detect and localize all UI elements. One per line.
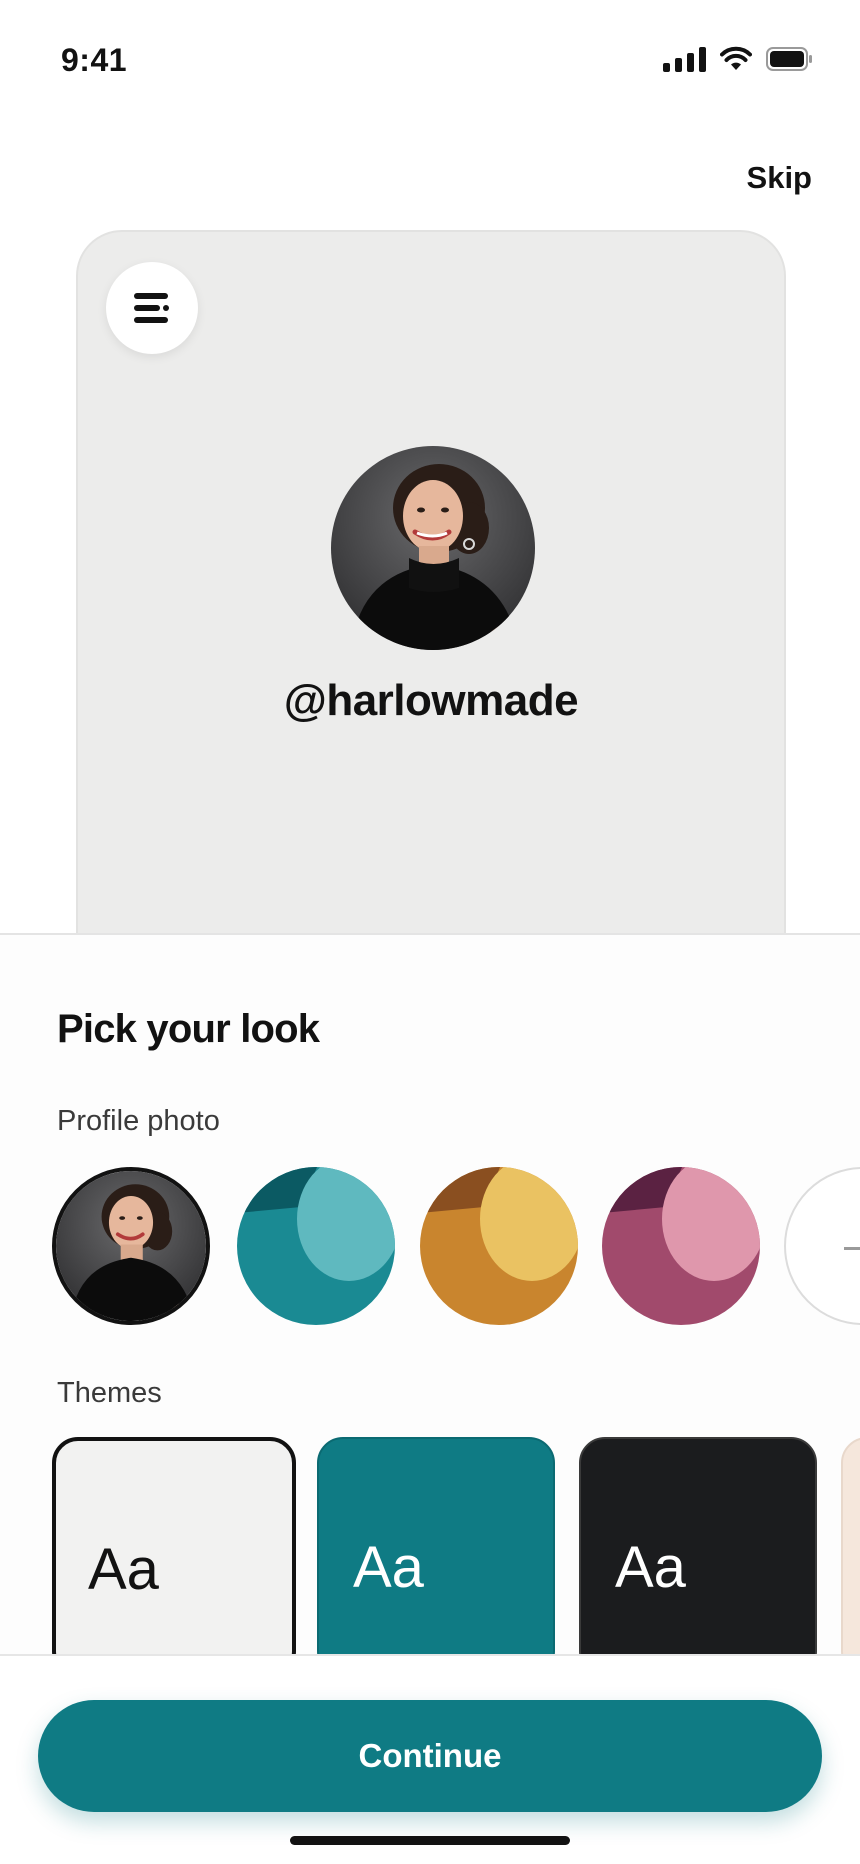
photo-option-gold[interactable] (420, 1167, 578, 1325)
profile-handle: @harlowmade (283, 676, 579, 725)
battery-icon (766, 47, 812, 71)
menu-button[interactable] (106, 262, 198, 354)
skip-button[interactable]: Skip (747, 160, 812, 196)
wifi-icon (720, 46, 752, 70)
teal-blob-avatar-icon (237, 1167, 395, 1325)
portrait-thumbnail (56, 1171, 206, 1321)
status-time: 9:41 (61, 42, 128, 78)
sheet-title: Pick your look (57, 1007, 320, 1051)
theme-sample-text: Aa (353, 1535, 424, 1600)
theme-sample-text: Aa (88, 1537, 159, 1602)
photo-option-portrait[interactable] (52, 1167, 210, 1325)
theme-option-teal[interactable]: Aa (317, 1437, 555, 1655)
profile-avatar (331, 446, 535, 650)
theme-sample-text: Aa (615, 1535, 686, 1600)
theme-option-light[interactable]: Aa (52, 1437, 296, 1655)
status-icons (663, 46, 814, 72)
footer-bar: Continue (0, 1654, 860, 1864)
theme-option-dark[interactable]: Aa (579, 1437, 817, 1655)
add-photo-button[interactable] (784, 1167, 860, 1325)
photo-option-teal[interactable] (237, 1167, 395, 1325)
profile-photo-label: Profile photo (57, 1105, 220, 1137)
gold-blob-avatar-icon (420, 1167, 578, 1325)
photo-option-pink[interactable] (602, 1167, 760, 1325)
portrait-image (331, 446, 535, 650)
plus-icon (844, 1247, 860, 1250)
status-bar: 9:41 (0, 0, 860, 120)
profile-photo-options (0, 1165, 860, 1335)
cellular-signal-icon (663, 46, 706, 72)
pink-blob-avatar-icon (602, 1167, 760, 1325)
home-indicator (290, 1836, 570, 1845)
theme-options: Aa Aa Aa (0, 1435, 860, 1655)
profile-preview-card: @harlowmade (76, 230, 786, 990)
continue-button[interactable]: Continue (38, 1700, 822, 1812)
themes-label: Themes (57, 1377, 162, 1409)
theme-option-peach[interactable] (841, 1437, 860, 1655)
menu-lines-icon (134, 293, 169, 323)
